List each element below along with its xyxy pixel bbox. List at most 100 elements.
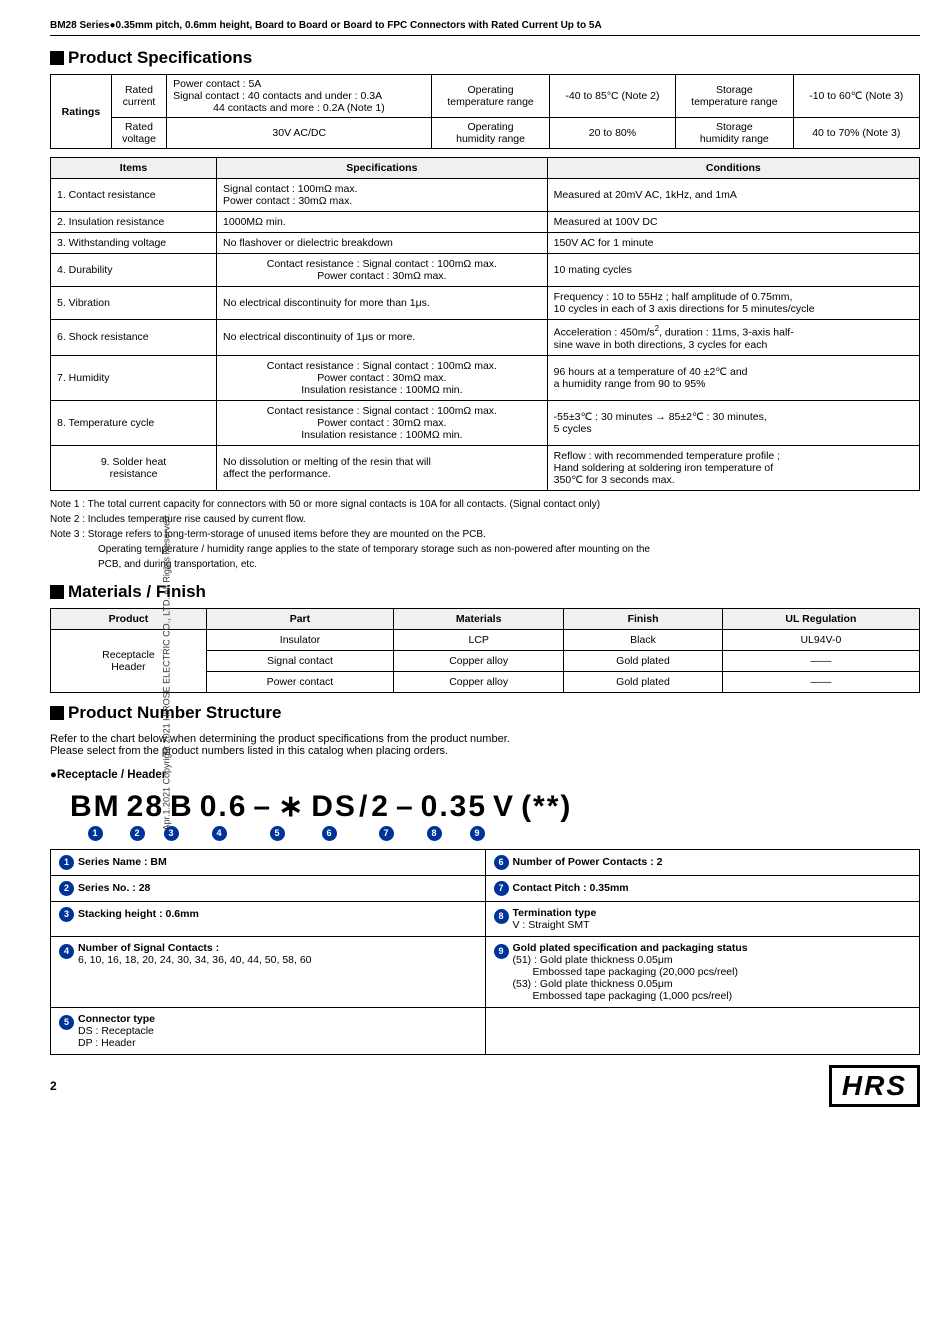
mat-product-name: ReceptacleHeader — [51, 629, 207, 692]
legend-circle-4: 4 — [59, 944, 74, 959]
spec-main-table: Items Specifications Conditions 1. Conta… — [50, 157, 920, 491]
legend-3-title: Stacking height : 0.6mm — [78, 908, 199, 920]
legend-cell-2-right: 7 Contact Pitch : 0.35mm — [485, 875, 920, 901]
pn-035: 0.35 — [421, 790, 487, 824]
item-2-spec: 1000MΩ min. — [217, 212, 548, 233]
op-temp-label: Operatingtemperature range — [432, 75, 549, 118]
mat-part-insulator: Insulator — [206, 629, 393, 650]
item-6-label: 6. Shock resistance — [51, 320, 217, 356]
table-row: 7. Humidity Contact resistance : Signal … — [51, 355, 920, 400]
legend-8-content: Termination typeV : Straight SMT — [513, 907, 597, 931]
legend-circle-7: 7 — [494, 881, 509, 896]
legend-cell-4-left: 4 Number of Signal Contacts :6, 10, 16, … — [51, 936, 486, 1007]
note-3b: Operating temperature / humidity range a… — [50, 542, 920, 557]
legend-cell-1-right: 6 Number of Power Contacts : 2 — [485, 849, 920, 875]
pn-28: 28 — [127, 790, 164, 824]
rated-current-value: Power contact : 5A Signal contact : 40 c… — [167, 75, 432, 118]
pns-subtitle: ●Receptacle / Header — [50, 769, 920, 781]
item-9-label: 9. Solder heatresistance — [51, 445, 217, 490]
pn-star: ∗ — [278, 789, 305, 824]
mat-mat-signal: Copper alloy — [394, 650, 564, 671]
pn-bm: BM — [70, 790, 121, 824]
legend-circle-2: 2 — [59, 881, 74, 896]
legend-circle-6: 6 — [494, 855, 509, 870]
legend-1-title: Series Name : BM — [78, 856, 167, 868]
item-8-cond: -55±3℃ : 30 minutes → 85±2℃ : 30 minutes… — [547, 400, 919, 445]
table-row: 6. Shock resistance No electrical discon… — [51, 320, 920, 356]
pn-dash1: – — [253, 790, 272, 824]
pns-intro1: Refer to the chart below when determinin… — [50, 733, 920, 745]
storage-temp-label: Storagetemperature range — [676, 75, 793, 118]
circle-1: 1 — [88, 826, 103, 841]
mat-col-ul: UL Regulation — [722, 608, 919, 629]
mat-col-product: Product — [51, 608, 207, 629]
legend-cell-1-left: 1 Series Name : BM — [51, 849, 486, 875]
circle-9-group: 9 — [452, 826, 502, 841]
legend-row-4: 4 Number of Signal Contacts :6, 10, 16, … — [51, 936, 920, 1007]
legend-7-title: Contact Pitch : 0.35mm — [513, 882, 629, 894]
legend-cell-5-left: 5 Connector typeDS : ReceptacleDP : Head… — [51, 1007, 486, 1054]
item-1-spec: Signal contact : 100mΩ max.Power contact… — [217, 179, 548, 212]
item-5-cond: Frequency : 10 to 55Hz ; half amplitude … — [547, 287, 919, 320]
item-1-label: 1. Contact resistance — [51, 179, 217, 212]
mat-finish-power: Gold plated — [564, 671, 722, 692]
legend-circle-8: 8 — [494, 909, 509, 924]
pn-formula: BM 28 B 0.6 – ∗ DS / 2 – 0.35 V (**) — [70, 789, 920, 824]
circle-4-group: 4 — [186, 826, 252, 841]
table-row: 1. Contact resistance Signal contact : 1… — [51, 179, 920, 212]
item-9-cond: Reflow : with recommended temperature pr… — [547, 445, 919, 490]
product-specs-title: Product Specifications — [50, 48, 920, 68]
circle-2: 2 — [130, 826, 145, 841]
circle-6: 6 — [322, 826, 337, 841]
note-3a: Note 3 : Storage refers to long-term-sto… — [50, 527, 920, 542]
mat-col-materials: Materials — [394, 608, 564, 629]
legend-circle-1: 1 — [59, 855, 74, 870]
sidebar-copyright: Apr.1.2021 Copyright 2021 HIROSE ELECTRI… — [161, 514, 171, 831]
rated-current-label: Ratedcurrent — [111, 75, 166, 118]
section-marker-2 — [50, 585, 64, 599]
section-marker — [50, 51, 64, 65]
legend-row-1: 1 Series Name : BM 6 Number of Power Con… — [51, 849, 920, 875]
circle-4: 4 — [212, 826, 227, 841]
col-specs: Specifications — [217, 158, 548, 179]
mat-ul-signal: —— — [722, 650, 919, 671]
pn-circles-row: 1 2 3 4 5 6 7 — [72, 826, 920, 841]
legend-5-content: Connector typeDS : ReceptacleDP : Header — [78, 1013, 155, 1049]
legend-9-content: Gold plated specification and packaging … — [513, 942, 748, 1002]
item-9-spec: No dissolution or melting of the resin t… — [217, 445, 548, 490]
legend-cell-5-right — [485, 1007, 920, 1054]
pn-formula-area: BM 28 B 0.6 – ∗ DS / 2 – 0.35 V (**) 1 — [70, 789, 920, 841]
circle-7-group: 7 — [356, 826, 416, 841]
legend-cell-4-right: 9 Gold plated specification and packagin… — [485, 936, 920, 1007]
mat-col-part: Part — [206, 608, 393, 629]
legend-4-content: Number of Signal Contacts :6, 10, 16, 18… — [78, 942, 312, 966]
legend-cell-3-right: 8 Termination typeV : Straight SMT — [485, 901, 920, 936]
note-3c: PCB, and during transportation, etc. — [50, 557, 920, 572]
circle-8: 8 — [427, 826, 442, 841]
pn-ds: DS — [311, 790, 357, 824]
table-row: 2. Insulation resistance 1000MΩ min. Mea… — [51, 212, 920, 233]
pns-section: Refer to the chart below when determinin… — [50, 733, 920, 1055]
item-3-spec: No flashover or dielectric breakdown — [217, 233, 548, 254]
materials-section-title: Materials / Finish — [50, 582, 920, 602]
note-2: Note 2 : Includes temperature rise cause… — [50, 512, 920, 527]
item-5-label: 5. Vibration — [51, 287, 217, 320]
item-5-spec: No electrical discontinuity for more tha… — [217, 287, 548, 320]
legend-cell-3-left: 3 Stacking height : 0.6mm — [51, 901, 486, 936]
mat-part-signal: Signal contact — [206, 650, 393, 671]
item-4-spec: Contact resistance : Signal contact : 10… — [217, 254, 548, 287]
item-4-label: 4. Durability — [51, 254, 217, 287]
pn-dash2: – — [396, 790, 415, 824]
circle-9: 9 — [470, 826, 485, 841]
item-3-cond: 150V AC for 1 minute — [547, 233, 919, 254]
col-items: Items — [51, 158, 217, 179]
header-title: BM28 Series●0.35mm pitch, 0.6mm height, … — [50, 20, 602, 31]
pns-intro2: Please select from the product numbers l… — [50, 745, 920, 757]
mat-ul-power: —— — [722, 671, 919, 692]
pns-section-title: Product Number Structure — [50, 703, 920, 723]
item-6-cond: Acceleration : 450m/s2, duration : 11ms,… — [547, 320, 919, 356]
legend-circle-9: 9 — [494, 944, 509, 959]
page-header: BM28 Series●0.35mm pitch, 0.6mm height, … — [50, 20, 920, 36]
pn-v: V — [493, 790, 515, 824]
legend-2-title: Series No. : 28 — [78, 882, 150, 894]
